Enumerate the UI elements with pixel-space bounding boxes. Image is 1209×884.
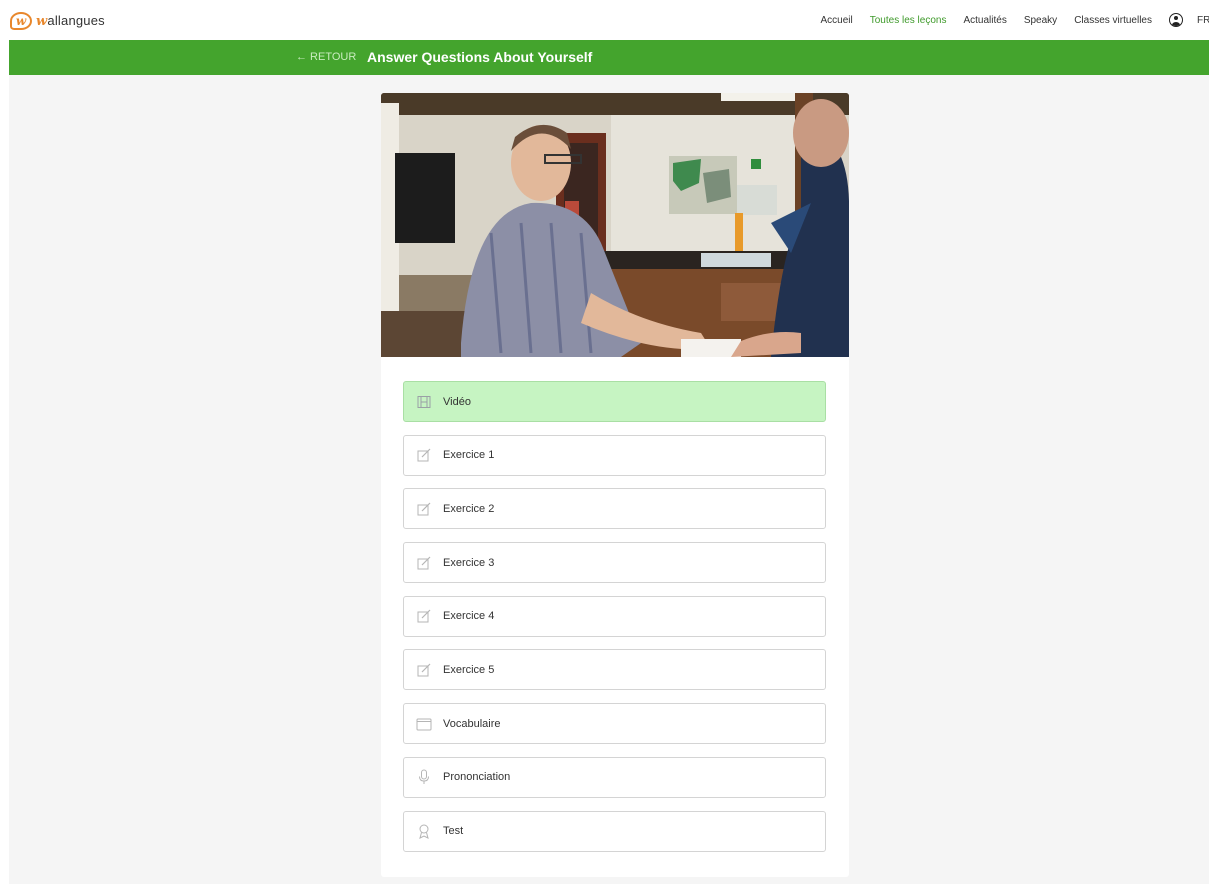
lesson-label: Test (443, 825, 464, 837)
lesson-label: Exercice 4 (443, 610, 495, 623)
lesson-label: Prononciation (443, 771, 511, 784)
lesson-label: Exercice 5 (443, 663, 495, 676)
lesson-label: Exercice 1 (443, 449, 495, 462)
edit-icon (416, 555, 432, 571)
lesson-photo (381, 93, 849, 357)
edit-icon (416, 447, 432, 463)
nav-item-toutes-les-lecons[interactable]: Toutes les leçons (870, 15, 947, 26)
lesson-label: Exercice 2 (443, 502, 495, 515)
film-icon (416, 394, 432, 410)
microphone-icon (416, 769, 432, 785)
nav-item-classes-virtuelles[interactable]: Classes virtuelles (1074, 15, 1152, 26)
lesson-label: Vocabulaire (443, 717, 501, 730)
lesson-item-exercice-4[interactable]: Exercice 4 (403, 595, 826, 637)
award-icon (416, 823, 432, 839)
lesson-item-exercice-1[interactable]: Exercice 1 (403, 434, 826, 476)
user-account-icon[interactable] (1169, 13, 1183, 27)
lesson-item-exercice-3[interactable]: Exercice 3 (403, 542, 826, 584)
edit-icon (416, 501, 432, 517)
edit-icon (416, 608, 432, 624)
nav-item-actualites[interactable]: Actualités (963, 15, 1006, 26)
back-button[interactable]: ← RETOUR (296, 40, 356, 75)
nav-item-accueil[interactable]: Accueil (821, 15, 853, 26)
lesson-header-bar: ← RETOUR Answer Questions About Yourself (9, 40, 1209, 75)
logo-badge-icon: w (10, 12, 32, 30)
lesson-label: Vidéo (443, 395, 471, 408)
top-navigation: w wallangues Accueil Toutes les leçons A… (0, 0, 1209, 40)
lesson-item-video[interactable]: Vidéo (403, 381, 826, 422)
language-selector[interactable]: FR (1197, 15, 1209, 26)
folder-icon (416, 716, 432, 732)
lesson-label: Exercice 3 (443, 556, 495, 569)
lesson-item-test[interactable]: Test (403, 810, 826, 852)
wallangues-logo[interactable]: w wallangues (10, 10, 105, 32)
nav-item-speaky[interactable]: Speaky (1024, 15, 1057, 26)
lesson-item-exercice-2[interactable]: Exercice 2 (403, 488, 826, 530)
lesson-item-exercice-5[interactable]: Exercice 5 (403, 649, 826, 691)
main-menu: Accueil Toutes les leçons Actualités Spe… (804, 0, 1209, 40)
logo-text: wallangues (36, 13, 105, 29)
lesson-item-vocabulaire[interactable]: Vocabulaire (403, 703, 826, 745)
lesson-activity-list: Vidéo Exercice 1 Exercice 2 Exercice 3 E… (403, 381, 826, 864)
edit-icon (416, 662, 432, 678)
page-title: Answer Questions About Yourself (367, 49, 593, 65)
lesson-item-prononciation[interactable]: Prononciation (403, 756, 826, 798)
